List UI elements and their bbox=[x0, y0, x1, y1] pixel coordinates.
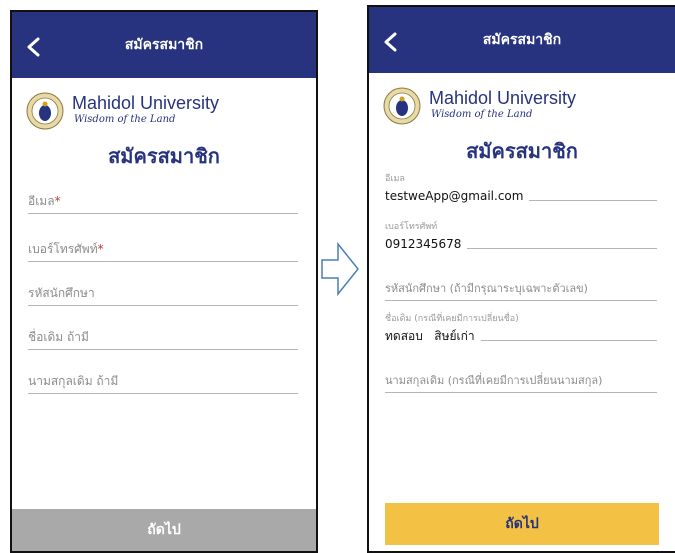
header-title: สมัครสมาชิก bbox=[124, 37, 204, 53]
old-first-name-field[interactable]: ชื่อเดิม (กรณีที่เคยมีการเปลี่ยนชื่อ) ทด… bbox=[385, 311, 657, 345]
field-underline bbox=[28, 305, 298, 306]
email-field[interactable]: อีเมล testweApp@gmail.com bbox=[385, 171, 657, 205]
required-mark: * bbox=[54, 194, 61, 208]
phone-value: 0912345678 bbox=[385, 237, 468, 251]
phone-placeholder: เบอร์โทรศัพท์ bbox=[28, 242, 98, 256]
header-title: สมัครสมาชิก bbox=[482, 32, 562, 48]
email-label: อีเมล bbox=[385, 174, 405, 184]
student-id-placeholder: รหัสนักศึกษา (ถ้ามีกรุณาระบุเฉพาะตัวเลข) bbox=[385, 282, 588, 295]
page-title: สมัครสมาชิก bbox=[108, 144, 220, 168]
app-header: สมัครสมาชิก bbox=[369, 7, 675, 73]
field-underline bbox=[28, 261, 298, 262]
email-placeholder: อีเมล bbox=[28, 194, 55, 208]
phone-field[interactable]: เบอร์โทรศัพท์ 0912345678 bbox=[385, 219, 657, 253]
old-first-name-value: ทดสอบ สิษย์เก่า bbox=[385, 329, 481, 343]
old-first-name-placeholder: ชื่อเดิม ถ้ามี bbox=[28, 330, 89, 344]
field-underline bbox=[28, 393, 298, 394]
old-last-name-field[interactable]: นามสกุลเดิม (กรณีที่เคยมีการเปลี่ยนนามสก… bbox=[385, 369, 657, 393]
field-underline bbox=[385, 300, 657, 301]
phone-screen-empty: สมัครสมาชิก Mahidol University Wisdom of… bbox=[10, 10, 318, 553]
phone-label: เบอร์โทรศัพท์ bbox=[385, 222, 438, 232]
university-name: Mahidol University bbox=[429, 88, 577, 108]
right-arrow-icon bbox=[321, 241, 359, 297]
student-id-placeholder: รหัสนักศึกษา bbox=[28, 286, 95, 300]
university-logo: Mahidol University Wisdom of the Land bbox=[26, 92, 246, 132]
email-value: testweApp@gmail.com bbox=[385, 189, 530, 203]
field-underline bbox=[28, 213, 298, 214]
page-title: สมัครสมาชิก bbox=[466, 139, 578, 163]
university-motto: Wisdom of the Land bbox=[431, 109, 533, 120]
mahidol-seal-logo bbox=[383, 87, 421, 125]
old-last-name-field[interactable]: นามสกุลเดิม ถ้ามี bbox=[28, 370, 298, 394]
university-logo: Mahidol University Wisdom of the Land bbox=[383, 87, 603, 127]
phone-screen-filled: สมัครสมาชิก Mahidol University Wisdom of… bbox=[367, 5, 675, 553]
email-field[interactable]: อีเมล* bbox=[28, 190, 298, 214]
next-button[interactable]: ถัดไป bbox=[12, 509, 316, 551]
old-first-name-field[interactable]: ชื่อเดิม ถ้ามี bbox=[28, 326, 298, 350]
old-last-name-placeholder: นามสกุลเดิม ถ้ามี bbox=[28, 374, 119, 388]
mahidol-seal-logo bbox=[26, 92, 64, 130]
student-id-field[interactable]: รหัสนักศึกษา bbox=[28, 282, 298, 306]
university-name: Mahidol University bbox=[72, 93, 220, 113]
old-first-name-label: ชื่อเดิม (กรณีที่เคยมีการเปลี่ยนชื่อ) bbox=[385, 314, 519, 324]
field-underline bbox=[28, 349, 298, 350]
university-motto: Wisdom of the Land bbox=[74, 114, 176, 125]
required-mark: * bbox=[97, 242, 104, 256]
field-underline bbox=[385, 392, 657, 393]
next-button[interactable]: ถัดไป bbox=[385, 503, 659, 545]
app-header: สมัครสมาชิก bbox=[12, 12, 316, 78]
phone-field[interactable]: เบอร์โทรศัพท์* bbox=[28, 238, 298, 262]
old-last-name-placeholder: นามสกุลเดิม (กรณีที่เคยมีการเปลี่ยนนามสก… bbox=[385, 374, 603, 387]
student-id-field[interactable]: รหัสนักศึกษา (ถ้ามีกรุณาระบุเฉพาะตัวเลข) bbox=[385, 277, 657, 301]
